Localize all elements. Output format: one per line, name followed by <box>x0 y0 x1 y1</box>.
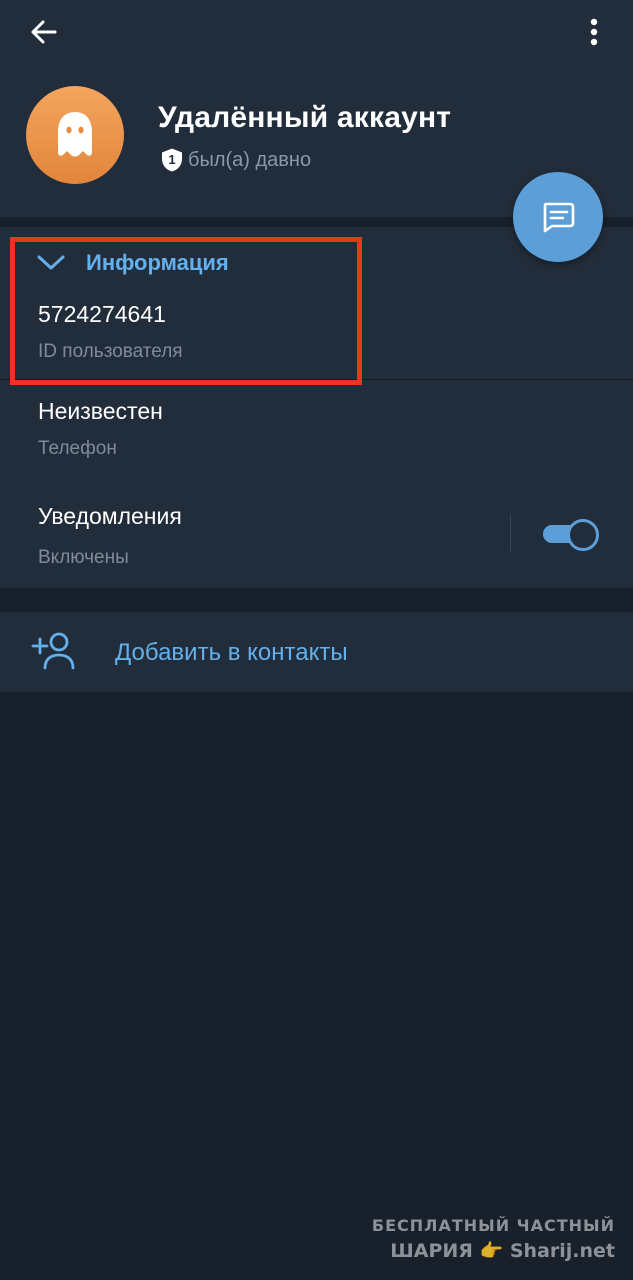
watermark: БЕСПЛАТНЫЙ ЧАСТНЫЙ ШАРИЯ 👉 Sharij.net <box>372 1216 615 1262</box>
status-badge-number: 1 <box>168 152 175 167</box>
info-section: Информация 5724274641 ID пользователя Не… <box>0 227 633 588</box>
chat-bubble-icon <box>543 202 575 233</box>
phone-label: Телефон <box>38 438 117 459</box>
info-section-header[interactable]: Информация <box>36 250 229 276</box>
vertical-separator <box>510 515 511 551</box>
avatar[interactable] <box>26 86 124 184</box>
watermark-prefix: ШАРИЯ <box>390 1240 473 1262</box>
watermark-line2: ШАРИЯ 👉 Sharij.net <box>372 1239 615 1262</box>
user-id-value[interactable]: 5724274641 <box>38 301 166 328</box>
add-to-contacts-button[interactable]: Добавить в контакты <box>0 612 633 692</box>
status-text: был(а) давно <box>188 148 312 171</box>
last-seen-status: 1 был(а) давно <box>160 147 311 173</box>
watermark-suffix: Sharij.net <box>509 1240 615 1262</box>
toggle-thumb <box>567 519 599 551</box>
user-id-label: ID пользователя <box>38 341 183 362</box>
notifications-status: Включены <box>38 547 129 568</box>
pointing-hand-icon: 👉 <box>479 1240 504 1262</box>
notifications-row[interactable]: Уведомления Включены <box>0 489 633 581</box>
divider <box>0 379 633 380</box>
add-to-contacts-label: Добавить в контакты <box>115 639 348 666</box>
chevron-down-icon <box>37 255 65 270</box>
back-button[interactable] <box>22 10 66 54</box>
arrow-left-icon <box>31 20 57 44</box>
ghost-icon <box>58 112 92 157</box>
section-title: Информация <box>86 250 229 275</box>
more-vertical-icon <box>590 18 598 46</box>
add-user-icon <box>31 632 75 670</box>
shield-badge-icon: 1 <box>162 148 182 172</box>
send-message-button[interactable] <box>513 172 603 262</box>
notifications-title: Уведомления <box>38 503 182 529</box>
more-options-button[interactable] <box>572 10 616 54</box>
phone-value[interactable]: Неизвестен <box>38 398 163 425</box>
watermark-line1: БЕСПЛАТНЫЙ ЧАСТНЫЙ <box>371 1216 615 1235</box>
notifications-toggle[interactable] <box>543 517 599 551</box>
profile-name: Удалённый аккаунт <box>158 101 452 134</box>
